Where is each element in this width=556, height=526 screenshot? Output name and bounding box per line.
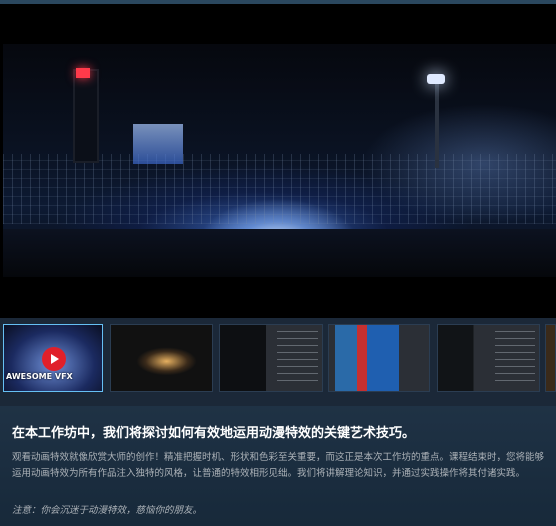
description-body: 观看动画特效就像欣赏大师的创作！精准把握时机、形状和色彩至关重要，而这正是本次工… [12, 452, 545, 479]
city-glow [133, 124, 183, 164]
lamp-post [435, 78, 439, 168]
thumbnail-video[interactable]: AWESOME VFX [3, 324, 103, 392]
ui-panel [494, 331, 535, 387]
media-viewer [0, 0, 556, 318]
description-panel: 在本工作坊中，我们将探讨如何有效地运用动漫特效的关键艺术技巧。 观看动画特效就像… [0, 406, 556, 526]
thumbnail-screenshot-2[interactable] [219, 324, 323, 392]
thumbnail-screenshot-5[interactable] [545, 324, 556, 392]
main-video-frame[interactable] [3, 44, 556, 277]
ui-panel [277, 331, 318, 387]
lamp-light [427, 74, 445, 84]
thumbnail-screenshot-4[interactable] [437, 324, 540, 392]
play-icon[interactable] [42, 347, 66, 371]
description-title: 在本工作坊中，我们将探讨如何有效地运用动漫特效的关键艺术技巧。 [12, 426, 416, 441]
fence-scenery [3, 154, 556, 224]
thumbnail-screenshot-1[interactable] [110, 324, 213, 392]
tower-light [76, 68, 90, 78]
description-note: 注意：你会沉迷于动漫特效，慈恼你的朋友。 [12, 505, 203, 516]
top-bar [0, 0, 556, 4]
thumbnail-strip: AWESOME VFX [0, 318, 556, 398]
ground [3, 229, 556, 277]
thumbnail-caption: AWESOME VFX [6, 372, 73, 381]
watchtower [73, 69, 99, 163]
play-triangle [51, 354, 59, 364]
thumbnail-screenshot-3[interactable] [328, 324, 430, 392]
